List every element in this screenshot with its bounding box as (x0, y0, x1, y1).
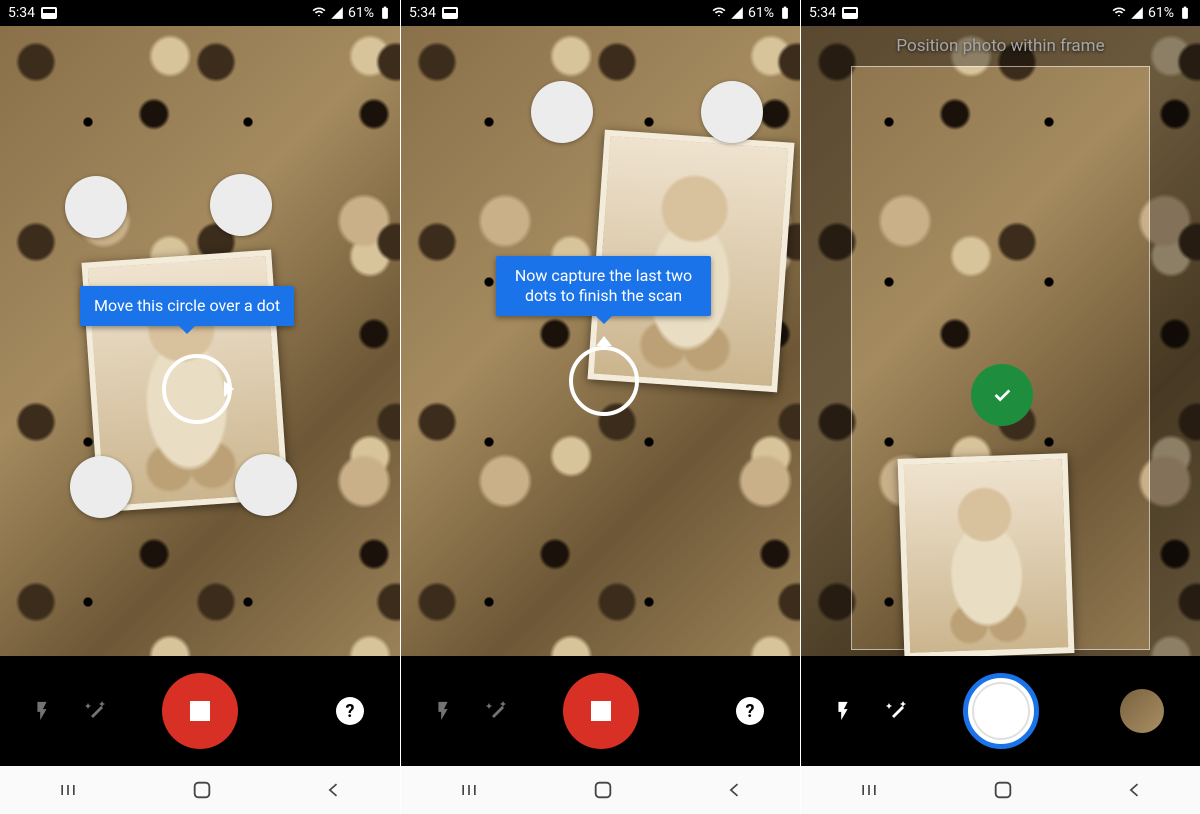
flash-toggle[interactable] (829, 697, 857, 725)
back-button[interactable] (324, 780, 344, 800)
shutter-stop-button[interactable] (162, 673, 238, 749)
magic-wand-toggle[interactable] (883, 697, 911, 725)
instruction-text: Position photo within frame (801, 36, 1200, 56)
camera-viewport[interactable]: Now capture the last two dots to finish … (401, 26, 800, 656)
bottom-controls (801, 656, 1200, 766)
help-button[interactable]: ? (336, 697, 364, 725)
signal-icon (730, 6, 744, 20)
hint-tooltip: Move this circle over a dot (80, 286, 294, 326)
phone-screen-3: 5:34 61% Position photo within frame (800, 0, 1200, 814)
scan-dot-top-left (65, 176, 127, 238)
bottom-controls: ? (401, 656, 800, 766)
back-button[interactable] (725, 780, 745, 800)
bottom-controls: ? (0, 656, 400, 766)
help-button[interactable]: ? (736, 697, 764, 725)
recents-button[interactable] (56, 780, 80, 800)
status-bar: 5:34 61% (801, 0, 1200, 26)
hint-tooltip: Now capture the last two dots to finish … (496, 256, 711, 316)
status-bar: 5:34 61% (0, 0, 400, 26)
signal-icon (330, 6, 344, 20)
android-nav-bar (0, 766, 400, 814)
status-time: 5:34 (409, 5, 436, 21)
back-button[interactable] (1125, 780, 1145, 800)
confirm-check-button[interactable] (971, 364, 1033, 426)
scanned-photo (898, 453, 1075, 656)
recents-button[interactable] (457, 780, 481, 800)
wifi-icon (312, 6, 326, 20)
home-button[interactable] (592, 779, 614, 801)
phone-screen-2: 5:34 61% Now capture the last two dots t… (400, 0, 800, 814)
camera-viewport[interactable]: Position photo within frame (801, 26, 1200, 656)
scan-dot-top-right (701, 81, 763, 143)
status-battery-pct: 61% (748, 5, 774, 21)
scan-dot-top-right (210, 174, 272, 236)
flash-toggle[interactable] (429, 697, 457, 725)
status-battery-pct: 61% (348, 5, 374, 21)
status-battery-pct: 61% (1148, 5, 1174, 21)
scan-reticle (162, 354, 232, 424)
battery-icon (378, 6, 392, 20)
reticle-arrow-icon (596, 336, 612, 346)
android-nav-bar (401, 766, 800, 814)
battery-icon (778, 6, 792, 20)
recent-scan-thumbnail[interactable] (1120, 689, 1164, 733)
battery-icon (1178, 6, 1192, 20)
wifi-icon (1112, 6, 1126, 20)
scan-reticle (569, 346, 639, 416)
magic-wand-toggle[interactable] (82, 697, 110, 725)
status-time: 5:34 (809, 5, 836, 21)
recents-button[interactable] (857, 780, 881, 800)
mail-icon (41, 7, 57, 19)
home-button[interactable] (992, 779, 1014, 801)
wifi-icon (712, 6, 726, 20)
reticle-arrow-icon (224, 381, 242, 397)
android-nav-bar (801, 766, 1200, 814)
status-time: 5:34 (8, 5, 35, 21)
phone-screen-1: 5:34 61% Move this circle over a dot (0, 0, 400, 814)
camera-viewport[interactable]: Move this circle over a dot (0, 26, 400, 656)
signal-icon (1130, 6, 1144, 20)
scan-dot-bottom-right (235, 454, 297, 516)
mail-icon (842, 7, 858, 19)
status-bar: 5:34 61% (401, 0, 800, 26)
flash-toggle[interactable] (28, 697, 56, 725)
scan-dot-bottom-left (70, 456, 132, 518)
scan-dot-top-left (531, 81, 593, 143)
magic-wand-toggle[interactable] (483, 697, 511, 725)
mail-icon (442, 7, 458, 19)
shutter-stop-button[interactable] (563, 673, 639, 749)
shutter-capture-button[interactable] (963, 673, 1039, 749)
home-button[interactable] (191, 779, 213, 801)
